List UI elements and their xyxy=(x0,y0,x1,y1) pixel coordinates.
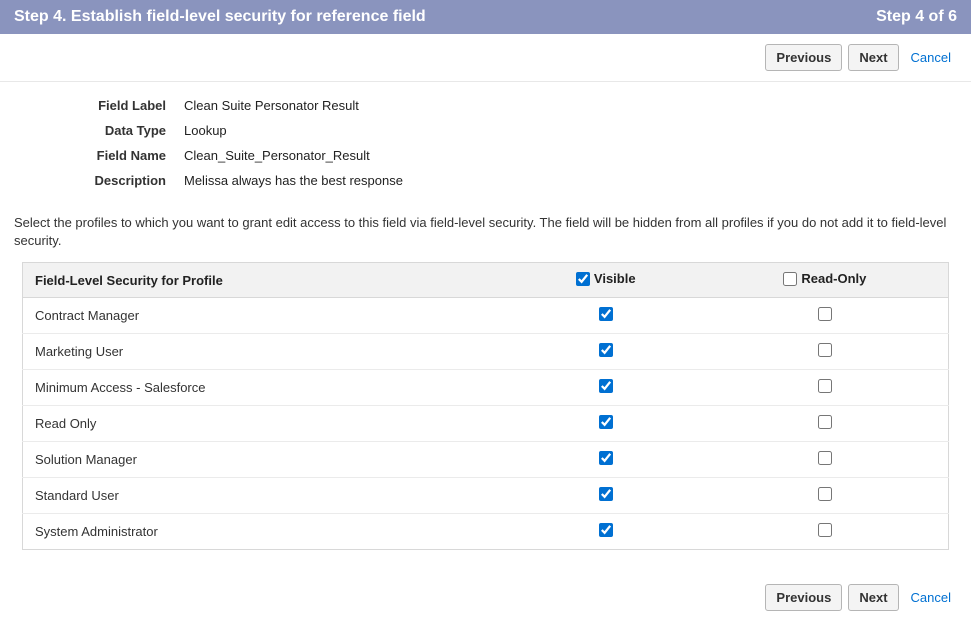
profile-cell: Minimum Access - Salesforce xyxy=(23,369,510,405)
wizard-step-indicator: Step 4 of 6 xyxy=(876,8,957,26)
field-level-security-table: Field-Level Security for Profile Visible… xyxy=(22,262,949,550)
readonly-cell xyxy=(702,441,949,477)
instruction-text: Select the profiles to which you want to… xyxy=(0,208,971,262)
readonly-select-all-checkbox[interactable] xyxy=(783,272,797,286)
security-table-wrap: Field-Level Security for Profile Visible… xyxy=(0,262,971,564)
visible-checkbox[interactable] xyxy=(599,487,613,501)
col-header-readonly-label: Read-Only xyxy=(801,271,866,286)
readonly-checkbox[interactable] xyxy=(818,415,832,429)
readonly-cell xyxy=(702,477,949,513)
readonly-cell xyxy=(702,513,949,549)
visible-cell xyxy=(510,477,702,513)
col-header-visible-label: Visible xyxy=(594,271,636,286)
top-action-bar: Previous Next Cancel xyxy=(0,34,971,82)
visible-cell xyxy=(510,405,702,441)
visible-cell xyxy=(510,297,702,333)
table-row: Marketing User xyxy=(23,333,949,369)
visible-select-all-checkbox[interactable] xyxy=(576,272,590,286)
detail-row: Field Name Clean_Suite_Personator_Result xyxy=(14,148,957,163)
field-label-label: Field Label xyxy=(14,98,184,113)
next-button-top[interactable]: Next xyxy=(848,44,898,71)
wizard-title: Step 4. Establish field-level security f… xyxy=(14,8,426,26)
readonly-checkbox[interactable] xyxy=(818,343,832,357)
field-name-value: Clean_Suite_Personator_Result xyxy=(184,148,370,163)
profile-cell: Contract Manager xyxy=(23,297,510,333)
readonly-cell xyxy=(702,369,949,405)
visible-cell xyxy=(510,513,702,549)
table-row: Read Only xyxy=(23,405,949,441)
col-header-profile: Field-Level Security for Profile xyxy=(23,263,510,298)
visible-cell xyxy=(510,441,702,477)
readonly-checkbox[interactable] xyxy=(818,307,832,321)
detail-row: Data Type Lookup xyxy=(14,123,957,138)
wizard-header: Step 4. Establish field-level security f… xyxy=(0,0,971,34)
description-value: Melissa always has the best response xyxy=(184,173,403,188)
profile-cell: Standard User xyxy=(23,477,510,513)
profile-cell: System Administrator xyxy=(23,513,510,549)
profile-cell: Read Only xyxy=(23,405,510,441)
readonly-checkbox[interactable] xyxy=(818,379,832,393)
profile-cell: Marketing User xyxy=(23,333,510,369)
cancel-link-top[interactable]: Cancel xyxy=(905,50,957,65)
visible-cell xyxy=(510,333,702,369)
readonly-checkbox[interactable] xyxy=(818,487,832,501)
col-header-readonly: Read-Only xyxy=(702,263,949,298)
table-row: System Administrator xyxy=(23,513,949,549)
visible-checkbox[interactable] xyxy=(599,343,613,357)
readonly-cell xyxy=(702,333,949,369)
profile-cell: Solution Manager xyxy=(23,441,510,477)
table-row: Solution Manager xyxy=(23,441,949,477)
data-type-value: Lookup xyxy=(184,123,227,138)
table-row: Contract Manager xyxy=(23,297,949,333)
previous-button-top[interactable]: Previous xyxy=(765,44,842,71)
readonly-cell xyxy=(702,297,949,333)
previous-button-bottom[interactable]: Previous xyxy=(765,584,842,611)
visible-checkbox[interactable] xyxy=(599,523,613,537)
cancel-link-bottom[interactable]: Cancel xyxy=(905,590,957,605)
field-details: Field Label Clean Suite Personator Resul… xyxy=(0,82,971,208)
table-row: Standard User xyxy=(23,477,949,513)
bottom-action-bar: Previous Next Cancel xyxy=(0,564,971,621)
description-label: Description xyxy=(14,173,184,188)
col-header-visible: Visible xyxy=(510,263,702,298)
visible-checkbox[interactable] xyxy=(599,307,613,321)
visible-checkbox[interactable] xyxy=(599,379,613,393)
readonly-cell xyxy=(702,405,949,441)
field-label-value: Clean Suite Personator Result xyxy=(184,98,359,113)
readonly-checkbox[interactable] xyxy=(818,523,832,537)
visible-checkbox[interactable] xyxy=(599,451,613,465)
table-row: Minimum Access - Salesforce xyxy=(23,369,949,405)
readonly-checkbox[interactable] xyxy=(818,451,832,465)
detail-row: Field Label Clean Suite Personator Resul… xyxy=(14,98,957,113)
visible-cell xyxy=(510,369,702,405)
field-name-label: Field Name xyxy=(14,148,184,163)
data-type-label: Data Type xyxy=(14,123,184,138)
next-button-bottom[interactable]: Next xyxy=(848,584,898,611)
detail-row: Description Melissa always has the best … xyxy=(14,173,957,188)
visible-checkbox[interactable] xyxy=(599,415,613,429)
